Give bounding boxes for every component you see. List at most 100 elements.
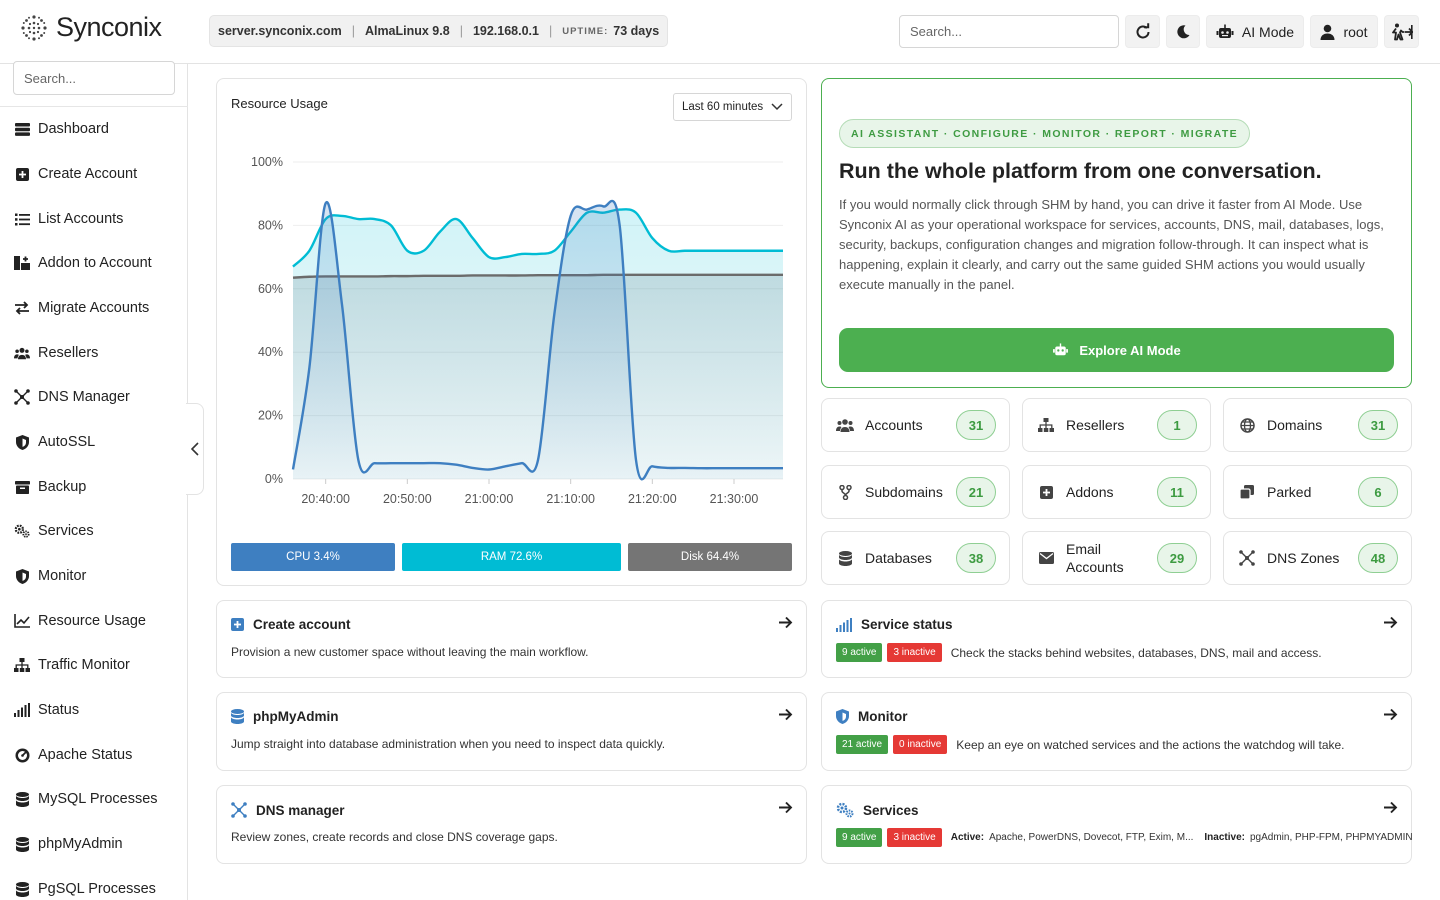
quick-card-phpmyadmin[interactable]: phpMyAdmin Jump straight into database a… bbox=[216, 692, 807, 771]
refresh-button[interactable] bbox=[1125, 15, 1160, 48]
quick-card-title-text: phpMyAdmin bbox=[253, 709, 339, 724]
stat-count: 31 bbox=[956, 410, 996, 440]
ram-legend-pill[interactable]: RAM 72.6% bbox=[402, 543, 621, 571]
theme-toggle-button[interactable] bbox=[1166, 15, 1200, 48]
sidebar-collapse-toggle[interactable] bbox=[186, 403, 204, 495]
stat-label: Parked bbox=[1267, 484, 1312, 500]
sidebar-item-status[interactable]: Status bbox=[0, 690, 187, 730]
database-icon bbox=[14, 836, 30, 852]
time-range-value: Last 60 minutes bbox=[682, 101, 764, 113]
x-tick-label: 21:30:00 bbox=[710, 492, 759, 506]
stat-label: Email Accounts bbox=[1066, 541, 1124, 575]
sidebar-item-phpmyadmin[interactable]: phpMyAdmin bbox=[0, 824, 187, 864]
time-range-select[interactable]: Last 60 minutes bbox=[673, 93, 792, 121]
sitemap-icon bbox=[14, 657, 30, 673]
sidebar-item-list-accounts[interactable]: List Accounts bbox=[0, 199, 187, 239]
sidebar-item-services[interactable]: Services bbox=[0, 511, 187, 551]
gauge-icon bbox=[14, 747, 30, 763]
quick-card-monitor[interactable]: Monitor 21 active 0 inactive Keep an eye… bbox=[821, 692, 1412, 771]
sidebar-item-resellers[interactable]: Resellers bbox=[0, 333, 187, 373]
arrow-right-icon[interactable] bbox=[779, 616, 793, 629]
server-os: AlmaLinux 9.8 bbox=[364, 24, 450, 38]
sitemap-icon bbox=[1037, 418, 1055, 432]
sidebar: Dashboard Create Account List Accounts A… bbox=[0, 61, 188, 900]
uptime-label: UPTIME: bbox=[562, 25, 609, 37]
sidebar-item-traffic-monitor[interactable]: Traffic Monitor bbox=[0, 645, 187, 685]
sidebar-item-label: Resource Usage bbox=[38, 613, 146, 629]
quick-card-create-account[interactable]: Create account Provision a new customer … bbox=[216, 600, 807, 678]
user-icon bbox=[1320, 24, 1335, 40]
x-tick-label: 21:00:00 bbox=[465, 492, 514, 506]
quick-card-services[interactable]: Services 9 active 3 inactive Active: Apa… bbox=[821, 785, 1413, 864]
sidebar-item-label: phpMyAdmin bbox=[38, 836, 123, 852]
x-tick-label: 21:20:00 bbox=[628, 492, 677, 506]
server-hostname: server.synconix.com bbox=[218, 24, 342, 38]
code-branch-icon bbox=[836, 484, 854, 500]
x-tick-label: 21:10:00 bbox=[546, 492, 595, 506]
quick-card-title: Service status bbox=[836, 617, 953, 632]
cpu-legend-pill[interactable]: CPU 3.4% bbox=[231, 543, 395, 571]
resource-usage-title: Resource Usage bbox=[231, 96, 328, 111]
sidebar-item-dashboard[interactable]: Dashboard bbox=[0, 109, 187, 149]
sidebar-item-addon-to-account[interactable]: Addon to Account bbox=[0, 243, 187, 283]
top-search-input[interactable] bbox=[899, 15, 1119, 48]
arrow-right-icon[interactable] bbox=[779, 801, 793, 814]
sidebar-item-label: Status bbox=[38, 702, 80, 718]
quick-card-description: Keep an eye on watched services and the … bbox=[956, 737, 1345, 752]
sidebar-item-label: Backup bbox=[38, 479, 87, 495]
users-icon bbox=[836, 418, 854, 432]
sidebar-item-autossl[interactable]: AutoSSL bbox=[0, 422, 187, 462]
sidebar-item-dns-manager[interactable]: DNS Manager bbox=[0, 377, 187, 417]
sidebar-item-resource-usage[interactable]: Resource Usage bbox=[0, 601, 187, 641]
sidebar-search-input[interactable] bbox=[13, 61, 175, 95]
quick-card-status-row: 21 active 0 inactive Keep an eye on watc… bbox=[836, 735, 1345, 754]
stat-email-accounts[interactable]: Email Accounts 29 bbox=[1022, 531, 1211, 585]
sidebar-item-pgsql-processes[interactable]: PgSQL Processes bbox=[0, 869, 187, 900]
active-count-badge: 9 active bbox=[836, 643, 883, 662]
sidebar-item-backup[interactable]: Backup bbox=[0, 467, 187, 507]
arrow-right-icon[interactable] bbox=[1384, 616, 1398, 629]
sidebar-item-create-account[interactable]: Create Account bbox=[0, 154, 187, 194]
cogs-icon bbox=[836, 802, 854, 818]
quick-card-title: phpMyAdmin bbox=[231, 709, 339, 724]
y-tick-label: 80% bbox=[258, 218, 283, 232]
plus-square-icon bbox=[14, 166, 30, 182]
active-services-label: Active: bbox=[950, 832, 985, 843]
ai-mode-label: AI Mode bbox=[1241, 23, 1295, 40]
quick-card-service-status[interactable]: Service status 9 active 3 inactive Check… bbox=[821, 600, 1412, 678]
signal-bars-icon bbox=[14, 702, 30, 718]
explore-ai-mode-button[interactable]: Explore AI Mode bbox=[839, 328, 1394, 372]
disk-legend-pill[interactable]: Disk 64.4% bbox=[628, 543, 792, 571]
envelope-icon bbox=[1037, 552, 1055, 564]
stat-addons[interactable]: Addons 11 bbox=[1022, 465, 1211, 519]
stat-parked[interactable]: Parked 6 bbox=[1223, 465, 1412, 519]
plus-square-icon bbox=[231, 618, 244, 631]
logout-button[interactable] bbox=[1384, 15, 1419, 48]
quick-card-dns-manager[interactable]: DNS manager Review zones, create records… bbox=[216, 785, 807, 864]
separator: | bbox=[351, 24, 355, 38]
brand-logo[interactable]: Synconix bbox=[20, 12, 162, 43]
arrow-right-icon[interactable] bbox=[1384, 801, 1398, 814]
arrow-right-icon[interactable] bbox=[779, 708, 793, 721]
uptime-value: 73 days bbox=[613, 24, 660, 38]
stat-resellers[interactable]: Resellers 1 bbox=[1022, 398, 1211, 452]
stat-databases[interactable]: Databases 38 bbox=[821, 531, 1010, 585]
sidebar-item-apache-status[interactable]: Apache Status bbox=[0, 735, 187, 775]
brand-name: Synconix bbox=[56, 12, 162, 42]
sidebar-item-migrate-accounts[interactable]: Migrate Accounts bbox=[0, 288, 187, 328]
stat-accounts[interactable]: Accounts 31 bbox=[821, 398, 1010, 452]
stat-domains[interactable]: Domains 31 bbox=[1223, 398, 1412, 452]
ai-mode-button[interactable]: AI Mode bbox=[1206, 15, 1304, 48]
sidebar-item-label: List Accounts bbox=[38, 211, 124, 227]
stat-subdomains[interactable]: Subdomains 21 bbox=[821, 465, 1010, 519]
user-menu-button[interactable]: root bbox=[1310, 15, 1378, 48]
stat-dns-zones[interactable]: DNS Zones 48 bbox=[1223, 531, 1412, 585]
copy-icon bbox=[1238, 485, 1256, 499]
inactive-services-list: pgAdmin, PHP-FPM, PHPMYADMIN bbox=[1249, 832, 1413, 843]
arrow-right-icon[interactable] bbox=[1384, 708, 1398, 721]
inactive-count-badge: 0 inactive bbox=[893, 735, 948, 754]
stat-count: 21 bbox=[956, 477, 996, 507]
sidebar-item-mysql-processes[interactable]: MySQL Processes bbox=[0, 779, 187, 819]
sidebar-item-monitor[interactable]: Monitor bbox=[0, 556, 187, 596]
dns-nodes-icon bbox=[231, 802, 247, 818]
